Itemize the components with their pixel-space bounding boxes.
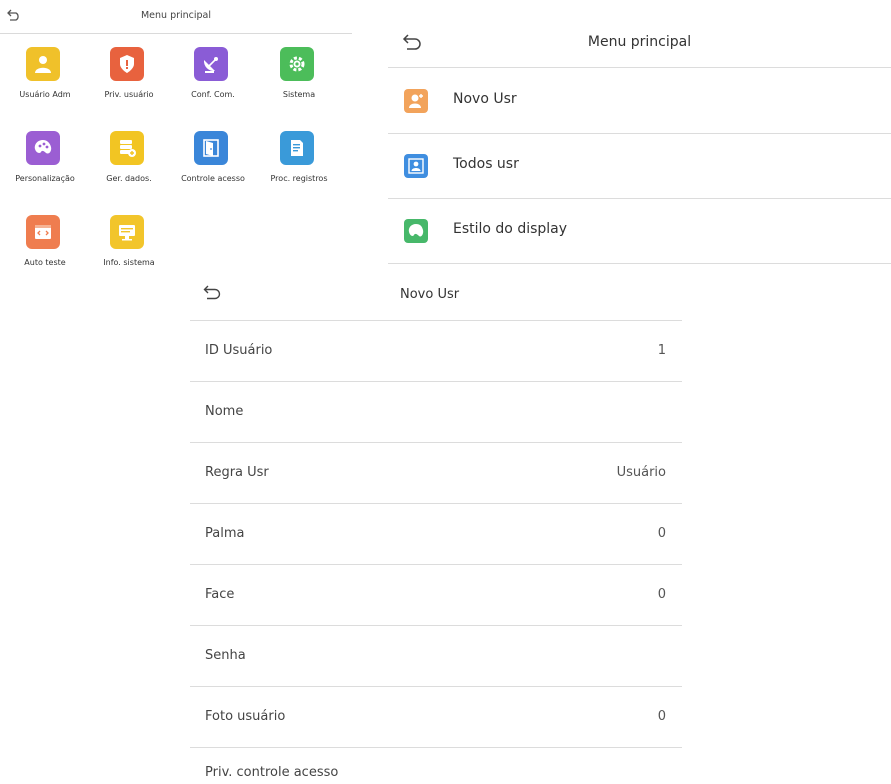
field-label: Palma bbox=[205, 526, 245, 541]
field-foto-usuario[interactable]: Foto usuário 0 bbox=[190, 687, 682, 749]
list-item-todos-usr[interactable]: Todos usr bbox=[388, 134, 891, 198]
grid-menu-title: Menu principal bbox=[140, 10, 212, 21]
grid-main-menu-screen: Menu principal Usuário Adm Priv. usuário… bbox=[0, 0, 352, 290]
document-search-icon bbox=[280, 131, 314, 165]
header-divider bbox=[0, 33, 352, 34]
tile-personalizacao[interactable]: Personalização bbox=[2, 120, 88, 192]
tile-usuario-adm[interactable]: Usuário Adm bbox=[2, 36, 88, 108]
list-item-label: Estilo do display bbox=[453, 221, 568, 237]
divider bbox=[388, 263, 891, 264]
tile-proc-registros[interactable]: Proc. registros bbox=[256, 120, 342, 192]
tile-label: Priv. usuário bbox=[104, 90, 154, 99]
tile-label: Sistema bbox=[282, 90, 316, 99]
add-user-icon bbox=[404, 89, 428, 113]
tile-auto-teste[interactable]: Auto teste bbox=[2, 204, 88, 276]
database-icon bbox=[110, 131, 144, 165]
field-label: Regra Usr bbox=[205, 465, 269, 480]
tile-controle-acesso[interactable]: Controle acesso bbox=[170, 120, 256, 192]
list-item-novo-usr[interactable]: Novo Usr bbox=[388, 69, 891, 133]
user-list-icon bbox=[404, 154, 428, 178]
tile-label: Personalização bbox=[15, 174, 75, 183]
field-palma[interactable]: Palma 0 bbox=[190, 504, 682, 566]
field-value: 0 bbox=[657, 709, 666, 724]
field-regra-usr[interactable]: Regra Usr Usuário bbox=[190, 443, 682, 505]
monitor-icon bbox=[110, 215, 144, 249]
field-priv-controle-acesso[interactable]: Priv. controle acesso bbox=[190, 748, 682, 784]
field-label: ID Usuário bbox=[205, 343, 273, 358]
tile-ger-dados[interactable]: Ger. dados. bbox=[86, 120, 172, 192]
field-value: Usuário bbox=[616, 465, 666, 480]
list-main-menu-screen: Menu principal Novo Usr Todos usr Estilo… bbox=[388, 18, 891, 264]
tile-conf-com[interactable]: Conf. Com. bbox=[170, 36, 256, 108]
field-value: 0 bbox=[657, 526, 666, 541]
code-icon bbox=[26, 215, 60, 249]
field-label: Nome bbox=[205, 404, 244, 419]
satellite-dish-icon bbox=[194, 47, 228, 81]
tile-sistema[interactable]: Sistema bbox=[256, 36, 342, 108]
admin-user-icon bbox=[26, 47, 60, 81]
field-id-usuario[interactable]: ID Usuário 1 bbox=[190, 321, 682, 383]
field-senha[interactable]: Senha bbox=[190, 626, 682, 688]
new-user-title: Novo Usr bbox=[400, 287, 460, 302]
list-menu-title: Menu principal bbox=[587, 34, 692, 50]
new-user-header: Novo Usr bbox=[190, 265, 682, 320]
tile-label: Controle acesso bbox=[181, 174, 245, 183]
tile-label: Conf. Com. bbox=[191, 90, 235, 99]
back-icon[interactable] bbox=[203, 285, 221, 300]
gear-icon bbox=[280, 47, 314, 81]
field-nome[interactable]: Nome bbox=[190, 382, 682, 444]
palette-icon bbox=[26, 131, 60, 165]
list-item-label: Novo Usr bbox=[453, 91, 517, 107]
field-label: Foto usuário bbox=[205, 709, 286, 724]
list-item-estilo-display[interactable]: Estilo do display bbox=[388, 199, 891, 263]
field-face[interactable]: Face 0 bbox=[190, 565, 682, 627]
shield-icon bbox=[110, 47, 144, 81]
tile-info-sistema[interactable]: Info. sistema bbox=[86, 204, 172, 276]
list-menu-header: Menu principal bbox=[388, 18, 891, 66]
list-item-label: Todos usr bbox=[453, 156, 519, 172]
field-value: 1 bbox=[657, 343, 666, 358]
tile-label: Auto teste bbox=[24, 258, 66, 267]
new-user-screen: Novo Usr ID Usuário 1 Nome Regra Usr Usu… bbox=[190, 265, 682, 784]
tile-priv-usuario[interactable]: Priv. usuário bbox=[86, 36, 172, 108]
tile-label: Proc. registros bbox=[270, 174, 328, 183]
field-value: 0 bbox=[657, 587, 666, 602]
display-style-icon bbox=[404, 219, 428, 243]
grid-menu-header: Menu principal bbox=[0, 0, 352, 32]
tile-label: Ger. dados. bbox=[106, 174, 152, 183]
door-icon bbox=[194, 131, 228, 165]
field-label: Priv. controle acesso bbox=[205, 765, 339, 780]
field-label: Face bbox=[205, 587, 235, 602]
divider bbox=[388, 67, 891, 68]
field-label: Senha bbox=[205, 648, 246, 663]
tile-label: Info. sistema bbox=[103, 258, 155, 267]
tile-label: Usuário Adm bbox=[19, 90, 71, 99]
